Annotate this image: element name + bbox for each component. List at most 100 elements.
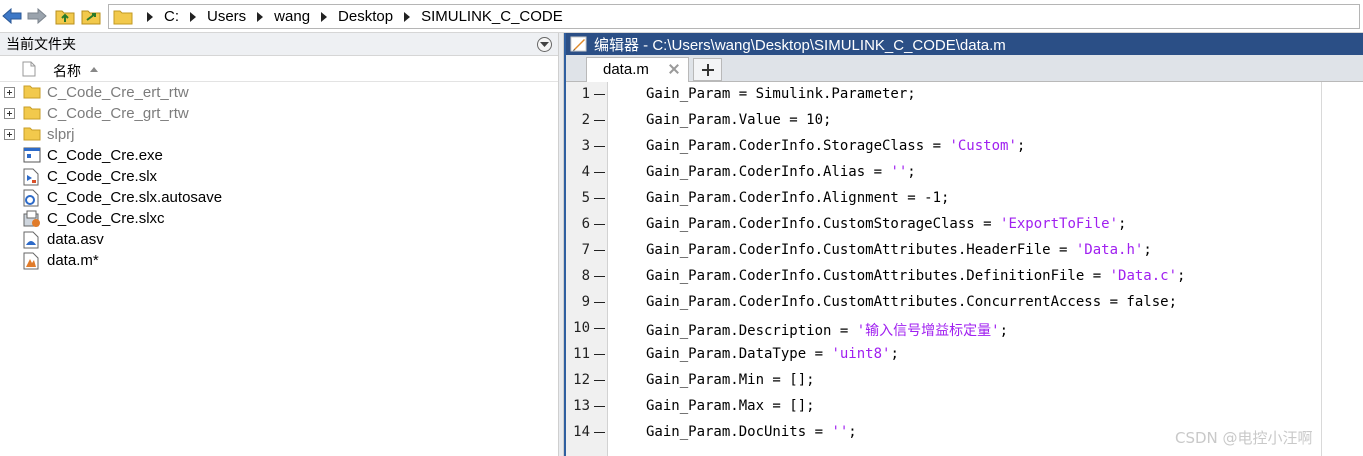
code-line[interactable]: 13 Gain_Param.Max = []; [566,394,1363,420]
breakpoint-marker[interactable] [594,172,605,173]
breakpoint-marker[interactable] [594,198,605,199]
breakpoint-marker[interactable] [594,250,605,251]
expand-plus-icon[interactable] [4,129,15,140]
code-token: ; [1016,138,1026,154]
breadcrumb-wang[interactable]: wang [271,8,313,25]
file-row[interactable]: data.m* [0,250,558,271]
string-literal: '' [831,424,849,440]
code-token: ; [1177,268,1186,284]
breadcrumb-separator-icon [257,11,264,22]
code-token: Gain_Param.Value = 10; [646,112,832,128]
code-token: ; [907,164,916,180]
expand-plus-icon[interactable] [4,87,15,98]
breakpoint-marker[interactable] [594,432,605,433]
code-line[interactable]: 3 Gain_Param.CoderInfo.StorageClass = 'Cu… [566,134,1363,160]
string-literal: 'Data.c' [1109,268,1178,284]
folder-icon [23,105,41,122]
code-text: Gain_Param.CoderInfo.StorageClass = 'Cus… [646,138,1025,154]
address-path[interactable]: C: Users wang Desktop SIMULINK_C_CODE [108,4,1360,29]
code-token: ; [1143,242,1152,258]
code-editor[interactable]: 1 Gain_Param = Simulink.Parameter; 2 Gain_P… [566,82,1363,456]
code-text: Gain_Param.Description = '输入信号增益标定量'; [646,320,1008,340]
file-name: slprj [47,126,75,143]
breakpoint-marker[interactable] [594,328,605,329]
line-number: 2 [581,112,590,128]
code-line[interactable]: 5 Gain_Param.CoderInfo.Alignment = -1; [566,186,1363,212]
forward-arrow-icon[interactable] [27,7,47,25]
file-name: data.asv [47,231,104,248]
file-row[interactable]: data.asv [0,229,558,250]
line-number: 1 [581,86,590,102]
code-text: Gain_Param.Value = 10; [646,112,831,128]
breadcrumb-separator-icon [321,11,328,22]
panel-menu-icon[interactable] [537,37,552,52]
code-text: Gain_Param.CoderInfo.CustomStorageClass … [646,216,1126,232]
folder-row[interactable]: C_Code_Cre_grt_rtw [0,103,558,124]
file-row[interactable]: C_Code_Cre.exe [0,145,558,166]
code-line[interactable]: 9 Gain_Param.CoderInfo.CustomAttributes.C… [566,290,1363,316]
code-token: Gain_Param.CoderInfo.CustomAttributes.Co… [646,294,1178,310]
breakpoint-marker[interactable] [594,224,605,225]
code-text: Gain_Param.CoderInfo.Alignment = -1; [646,190,949,206]
breakpoint-marker[interactable] [594,94,605,95]
file-name: C_Code_Cre_grt_rtw [47,105,189,122]
up-folder-icon[interactable] [55,7,75,25]
breakpoint-marker[interactable] [594,302,605,303]
code-text: Gain_Param.Min = []; [646,372,815,388]
code-token: Gain_Param.DataType = [646,346,832,362]
code-line[interactable]: 12 Gain_Param.Min = []; [566,368,1363,394]
asv-file-icon [23,231,41,249]
panel-title: 当前文件夹 [6,36,76,52]
tab-data-m[interactable]: data.m [586,57,689,82]
new-tab-button[interactable] [693,58,722,81]
expand-plus-icon[interactable] [4,108,15,119]
file-row[interactable]: C_Code_Cre.slx [0,166,558,187]
breadcrumb-desktop[interactable]: Desktop [335,8,396,25]
breadcrumb-users[interactable]: Users [204,8,249,25]
code-token: Gain_Param.CoderInfo.Alias = [646,164,891,180]
code-line[interactable]: 11 Gain_Param.DataType = 'uint8'; [566,342,1363,368]
line-number: 13 [573,398,590,414]
string-literal: 'Data.h' [1075,242,1144,258]
close-tab-icon[interactable] [667,62,681,76]
back-arrow-icon[interactable] [2,7,22,25]
line-number: 8 [581,268,590,284]
code-line[interactable]: 8 Gain_Param.CoderInfo.CustomAttributes.D… [566,264,1363,290]
editor-title-bar: 编辑器 - C:\Users\wang\Desktop\SIMULINK_C_C… [566,33,1363,55]
name-column-header[interactable]: 名称 [0,56,558,82]
breakpoint-marker[interactable] [594,406,605,407]
browse-folder-icon[interactable] [81,7,101,25]
file-name: C_Code_Cre_ert_rtw [47,84,189,101]
file-name: C_Code_Cre.slx [47,168,158,185]
breadcrumb-project[interactable]: SIMULINK_C_CODE [418,8,566,25]
code-line[interactable]: 4 Gain_Param.CoderInfo.Alias = ''; [566,160,1363,186]
code-token: ; [890,346,899,362]
breakpoint-marker[interactable] [594,276,605,277]
folder-row[interactable]: C_Code_Cre_ert_rtw [0,82,558,103]
breakpoint-marker[interactable] [594,120,605,121]
breakpoint-marker[interactable] [594,354,605,355]
file-name: C_Code_Cre.slxc [47,210,165,227]
line-number: 5 [581,190,590,206]
code-line[interactable]: 2 Gain_Param.Value = 10; [566,108,1363,134]
code-token: Gain_Param.CoderInfo.CustomAttributes.He… [646,242,1076,258]
editor-window: 编辑器 - C:\Users\wang\Desktop\SIMULINK_C_C… [564,33,1363,456]
code-line[interactable]: 7 Gain_Param.CoderInfo.CustomAttributes.H… [566,238,1363,264]
breakpoint-marker[interactable] [594,146,605,147]
folder-row[interactable]: slprj [0,124,558,145]
code-line[interactable]: 1 Gain_Param = Simulink.Parameter; [566,82,1363,108]
code-token: Gain_Param.Min = []; [646,372,815,388]
breakpoint-marker[interactable] [594,380,605,381]
code-token: Gain_Param.CoderInfo.StorageClass = [646,138,950,154]
code-line[interactable]: 10 Gain_Param.Description = '输入信号增益标定量'; [566,316,1363,342]
file-row[interactable]: C_Code_Cre.slx.autosave [0,187,558,208]
file-name: C_Code_Cre.slx.autosave [47,189,223,206]
string-literal: '输入信号增益标定量' [856,323,1000,339]
line-number: 12 [573,372,590,388]
breadcrumb-drive[interactable]: C: [161,8,182,25]
file-row[interactable]: C_Code_Cre.slxc [0,208,558,229]
string-literal: 'ExportToFile' [1000,216,1119,232]
folder-icon [23,84,41,101]
code-line[interactable]: 6 Gain_Param.CoderInfo.CustomStorageClass… [566,212,1363,238]
code-token: Gain_Param.Max = []; [646,398,815,414]
